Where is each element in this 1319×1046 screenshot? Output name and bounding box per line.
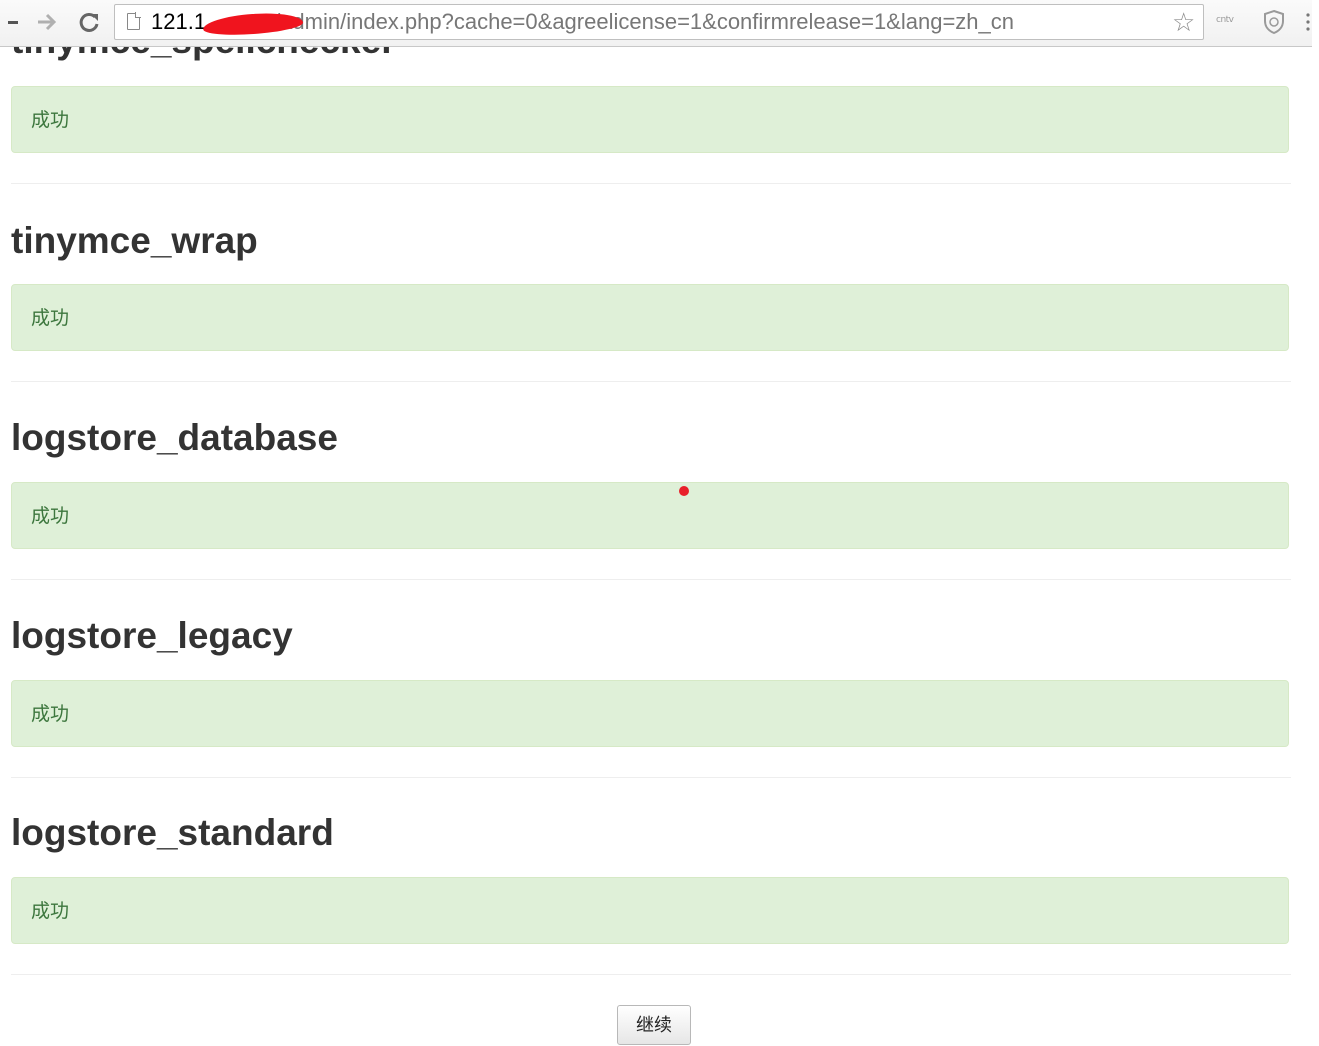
success-alert: 成功: [11, 86, 1289, 153]
page-icon: [127, 12, 141, 30]
plugin-section: logstore_legacy: [11, 615, 1291, 657]
extension-cntv[interactable]: cntv: [1216, 15, 1234, 25]
shield-icon[interactable]: [1263, 9, 1285, 35]
plugin-title: logstore_legacy: [11, 615, 293, 656]
section-divider: [11, 381, 1291, 382]
annotation-dot: [679, 486, 689, 496]
success-alert: 成功: [11, 482, 1289, 549]
menu-icon[interactable]: [1306, 12, 1310, 32]
plugin-title: logstore_standard: [11, 812, 334, 853]
plugin-title: logstore_database: [11, 417, 338, 458]
plugin-section: logstore_database: [11, 417, 1291, 459]
plugin-section: logstore_standard: [11, 812, 1291, 854]
url-host: 121.1: [151, 9, 207, 34]
url-path: /admin/index.php?cache=0&agreelicense=1&…: [274, 9, 1015, 34]
bookmark-star-icon[interactable]: ☆: [1172, 4, 1195, 40]
success-alert: 成功: [11, 680, 1289, 747]
browser-viewport: tinymce_spellchecker 成功 tinymce_wrap 成功 …: [0, 0, 1319, 1046]
address-bar[interactable]: 121.1/admin/index.php?cache=0&agreelicen…: [114, 4, 1204, 40]
back-arrow-icon[interactable]: [0, 6, 22, 38]
section-divider: [11, 183, 1291, 184]
reload-icon[interactable]: [74, 6, 104, 38]
section-divider: [11, 777, 1291, 778]
continue-button[interactable]: 继续: [617, 1005, 691, 1045]
forward-arrow-icon[interactable]: [32, 6, 62, 38]
browser-toolbar: 121.1/admin/index.php?cache=0&agreelicen…: [0, 0, 1312, 47]
section-divider: [11, 974, 1291, 975]
section-divider: [11, 579, 1291, 580]
success-alert: 成功: [11, 284, 1289, 351]
success-alert: 成功: [11, 877, 1289, 944]
plugin-title: tinymce_wrap: [11, 220, 258, 261]
plugin-section: tinymce_wrap: [11, 220, 1291, 262]
